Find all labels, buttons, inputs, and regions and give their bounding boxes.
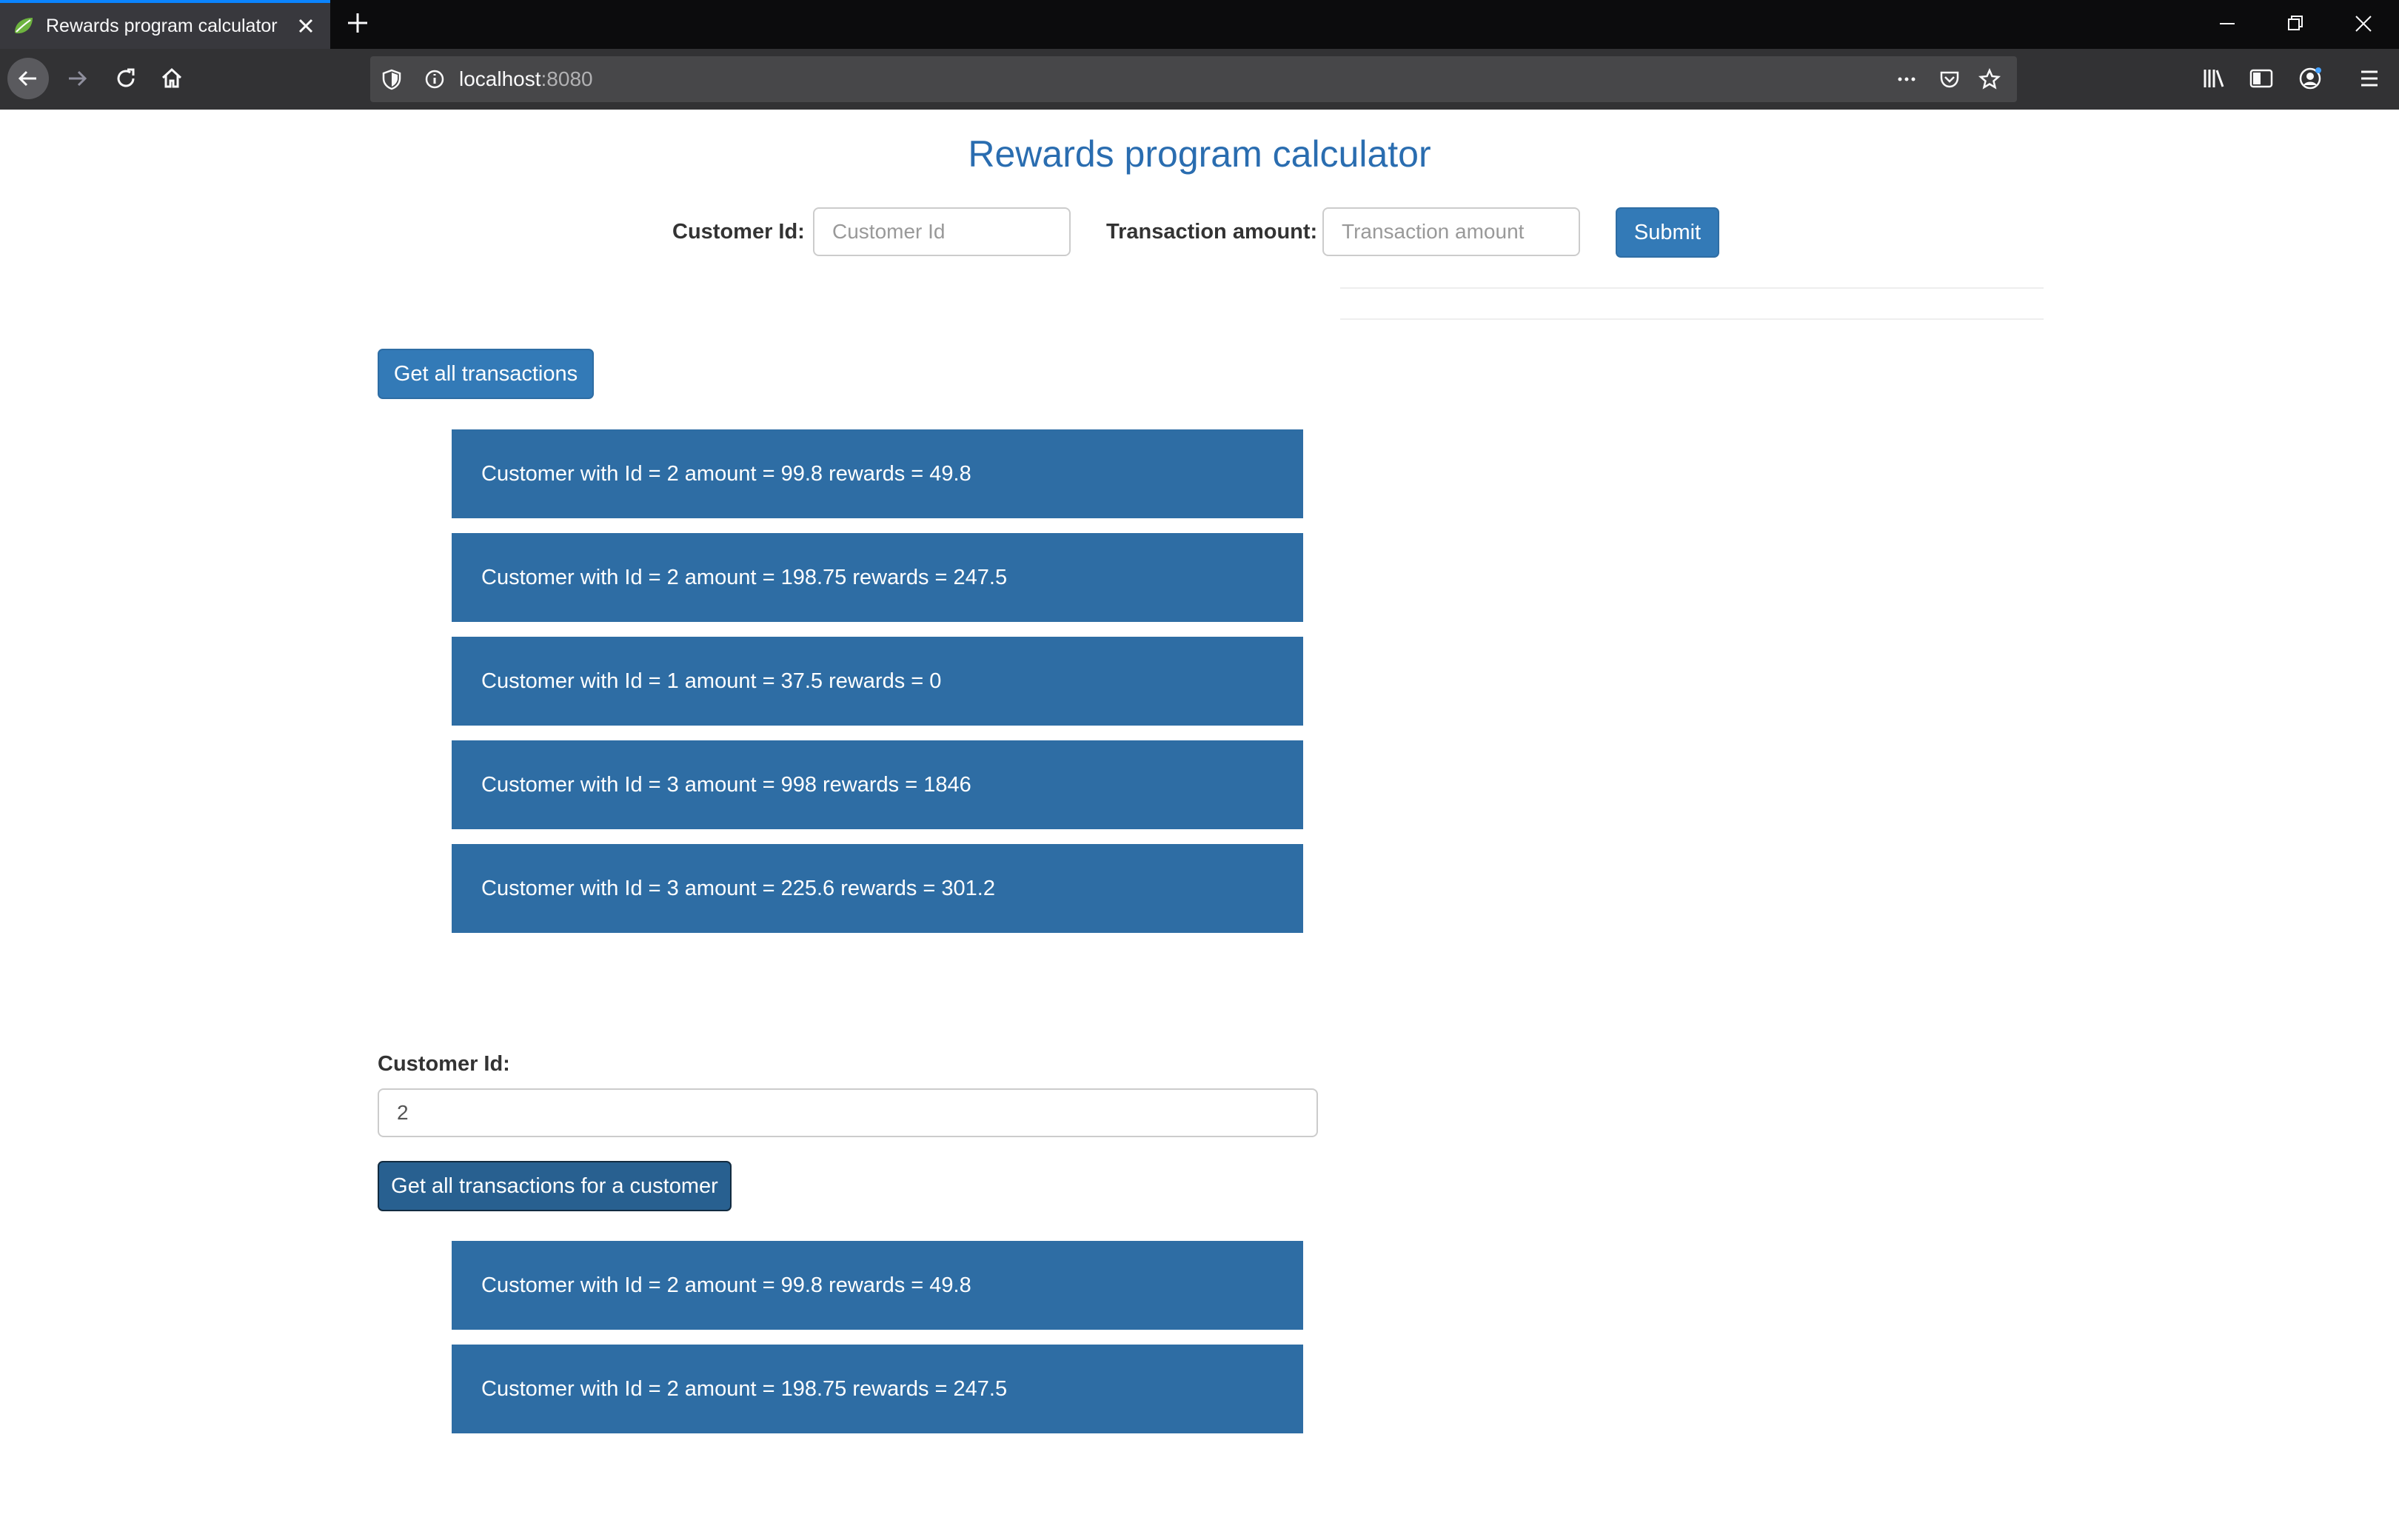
url-port: :8080 (541, 67, 593, 90)
account-icon[interactable] (2297, 65, 2323, 92)
sidebar-icon[interactable] (2248, 65, 2275, 92)
customer-filter-input[interactable] (378, 1088, 1318, 1137)
list-item: Customer with Id = 3 amount = 225.6 rewa… (452, 844, 1303, 933)
info-icon[interactable] (424, 68, 446, 90)
navigation-toolbar: localhost:8080 (0, 49, 2399, 110)
page-title: Rewards program calculator (968, 133, 1431, 175)
list-item: Customer with Id = 2 amount = 198.75 rew… (452, 533, 1303, 622)
customer-transactions-list: Customer with Id = 2 amount = 99.8 rewar… (452, 1241, 1303, 1448)
divider (1340, 287, 2044, 289)
bookmark-star-icon[interactable] (1978, 68, 2001, 90)
plus-icon[interactable] (345, 10, 370, 36)
list-item: Customer with Id = 2 amount = 99.8 rewar… (452, 1241, 1303, 1330)
divider (1340, 318, 2044, 320)
spring-leaf-icon (15, 18, 33, 34)
restore-icon[interactable] (2282, 10, 2309, 37)
tab-strip: Rewards program calculator (0, 0, 2399, 49)
list-item: Customer with Id = 1 amount = 37.5 rewar… (452, 637, 1303, 726)
list-item: Customer with Id = 3 amount = 998 reward… (452, 740, 1303, 829)
browser-window: Rewards program calculator localhost:808… (0, 0, 2399, 1540)
minimize-icon[interactable] (2214, 10, 2241, 37)
url-bar[interactable]: localhost:8080 (370, 56, 2017, 102)
submit-button[interactable]: Submit (1616, 207, 1719, 258)
menu-icon[interactable] (2356, 65, 2383, 92)
all-transactions-list: Customer with Id = 2 amount = 99.8 rewar… (452, 429, 1303, 948)
get-all-transactions-button[interactable]: Get all transactions (378, 349, 594, 399)
tab-rewards[interactable]: Rewards program calculator (0, 0, 330, 49)
back-button[interactable] (7, 58, 49, 99)
library-icon[interactable] (2201, 65, 2227, 92)
more-icon[interactable] (1896, 68, 1918, 90)
pocket-icon[interactable] (1938, 68, 1961, 90)
tracking-shield-icon[interactable] (381, 68, 403, 90)
get-customer-transactions-button[interactable]: Get all transactions for a customer (378, 1161, 732, 1211)
close-icon[interactable] (295, 15, 317, 37)
customer-id-label: Customer Id: (672, 220, 805, 244)
page-content: Rewards program calculator Customer Id: … (0, 110, 2399, 1540)
reload-button[interactable] (105, 58, 147, 99)
reload-icon (117, 68, 135, 87)
forward-arrow-icon (69, 70, 87, 87)
home-icon (161, 67, 182, 88)
back-arrow-icon (18, 70, 36, 87)
url-host: localhost (459, 67, 541, 90)
list-item: Customer with Id = 2 amount = 198.75 rew… (452, 1345, 1303, 1433)
customer-filter-label: Customer Id: (378, 1052, 510, 1076)
list-item: Customer with Id = 2 amount = 99.8 rewar… (452, 429, 1303, 518)
customer-id-input[interactable] (813, 207, 1071, 256)
window-close-icon[interactable] (2350, 10, 2377, 37)
transaction-amount-input[interactable] (1322, 207, 1580, 256)
forward-button[interactable] (56, 58, 98, 99)
tab-title: Rewards program calculator (46, 16, 278, 36)
transaction-amount-label: Transaction amount: (1106, 220, 1318, 244)
home-button[interactable] (151, 58, 193, 99)
url-text[interactable]: localhost:8080 (459, 67, 593, 92)
